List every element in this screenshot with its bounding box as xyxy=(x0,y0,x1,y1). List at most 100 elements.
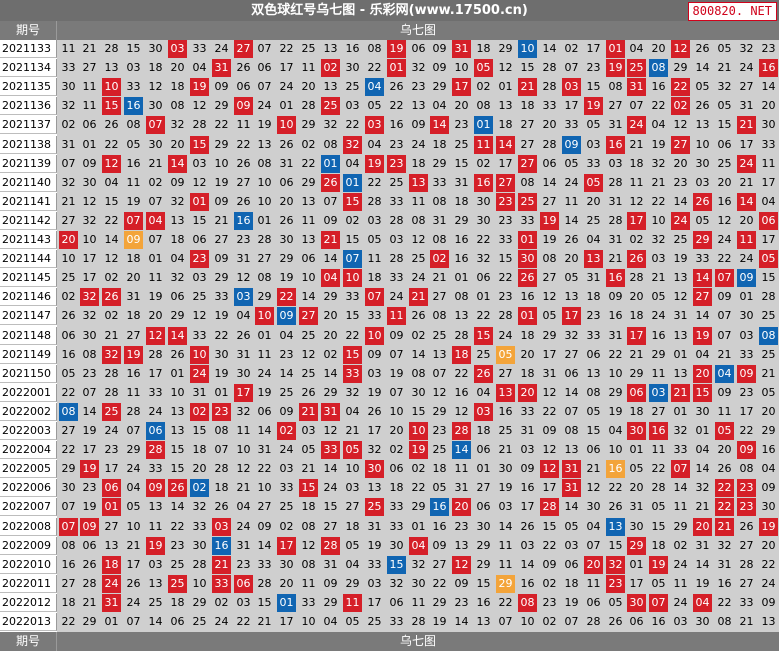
number-cell: 19 xyxy=(212,174,231,192)
number-cell: 22 xyxy=(387,97,406,115)
number-cell: 20 xyxy=(277,575,296,593)
number-cell: 23 xyxy=(430,422,449,440)
drawn-number-cell: 28 xyxy=(540,498,559,516)
number-cell: 27 xyxy=(343,498,362,516)
number-cell: 08 xyxy=(715,613,734,631)
number-cell: 22 xyxy=(759,556,778,574)
number-cell: 32 xyxy=(321,116,340,134)
number-cell: 13 xyxy=(452,307,471,325)
number-cell: 02 xyxy=(474,155,493,173)
number-cell: 28 xyxy=(649,479,668,497)
drawn-number-cell: 19 xyxy=(759,518,778,536)
number-cell: 33 xyxy=(540,97,559,115)
number-cell: 23 xyxy=(671,174,690,192)
number-cell: 09 xyxy=(321,575,340,593)
drawn-number-cell: 08 xyxy=(759,327,778,345)
drawn-number-cell: 01 xyxy=(474,116,493,134)
number-cell: 33 xyxy=(496,231,515,249)
number-cell: 19 xyxy=(255,384,274,402)
number-cell: 16 xyxy=(452,231,471,249)
number-cell: 27 xyxy=(102,518,121,536)
number-cell: 11 xyxy=(80,97,99,115)
number-cell: 16 xyxy=(452,384,471,402)
drawn-number-cell: 22 xyxy=(277,288,296,306)
number-cell: 33 xyxy=(365,556,384,574)
number-cell: 12 xyxy=(234,460,253,478)
number-cell: 22 xyxy=(606,479,625,497)
number-cell: 30 xyxy=(693,403,712,421)
number-cell: 09 xyxy=(759,479,778,497)
number-cell: 03 xyxy=(343,97,362,115)
number-cell: 30 xyxy=(496,460,515,478)
number-cell: 26 xyxy=(234,59,253,77)
number-cell: 07 xyxy=(562,613,581,631)
drawn-number-cell: 33 xyxy=(212,575,231,593)
drawn-number-cell: 28 xyxy=(321,537,340,555)
number-cell: 30 xyxy=(474,193,493,211)
drawn-number-cell: 23 xyxy=(737,498,756,516)
number-cell: 18 xyxy=(299,498,318,516)
number-cell: 11 xyxy=(671,498,690,516)
number-cell: 06 xyxy=(409,40,428,58)
number-cell: 17 xyxy=(80,250,99,268)
number-cell: 18 xyxy=(430,136,449,154)
number-cell: 01 xyxy=(671,403,690,421)
drawn-number-cell: 07 xyxy=(343,250,362,268)
drawn-number-cell: 17 xyxy=(627,212,646,230)
number-cell: 26 xyxy=(387,78,406,96)
number-cell: 11 xyxy=(124,174,143,192)
number-cell: 25 xyxy=(584,212,603,230)
number-cell: 07 xyxy=(146,231,165,249)
number-cell: 19 xyxy=(562,594,581,612)
number-cell: 26 xyxy=(693,40,712,58)
number-cell: 22 xyxy=(299,155,318,173)
number-cell: 17 xyxy=(584,40,603,58)
number-cell: 06 xyxy=(80,116,99,134)
number-cell: 09 xyxy=(430,40,449,58)
number-cell: 04 xyxy=(649,116,668,134)
number-cell: 07 xyxy=(212,441,231,459)
drawn-number-cell: 12 xyxy=(102,155,121,173)
number-cell: 04 xyxy=(343,155,362,173)
number-cell: 22 xyxy=(234,136,253,154)
number-cell: 29 xyxy=(606,384,625,402)
drawn-number-cell: 01 xyxy=(190,193,209,211)
number-cell: 31 xyxy=(584,269,603,287)
drawn-number-cell: 09 xyxy=(737,441,756,459)
number-cell: 21 xyxy=(343,422,362,440)
number-cell: 02 xyxy=(409,460,428,478)
number-cell: 14 xyxy=(671,479,690,497)
drawn-number-cell: 04 xyxy=(409,537,428,555)
number-cell: 32 xyxy=(649,155,668,173)
watermark-badge[interactable]: 800820. NET xyxy=(687,2,777,21)
number-cell: 13 xyxy=(168,212,187,230)
number-cell: 13 xyxy=(430,346,449,364)
number-cell: 08 xyxy=(562,422,581,440)
number-cell: 05 xyxy=(606,594,625,612)
number-cell: 30 xyxy=(693,613,712,631)
number-cell: 06 xyxy=(474,269,493,287)
number-cell: 31 xyxy=(255,441,274,459)
number-cell: 22 xyxy=(430,575,449,593)
drawn-number-cell: 01 xyxy=(606,40,625,58)
number-cell: 01 xyxy=(168,365,187,383)
number-cell: 08 xyxy=(452,288,471,306)
number-cell: 09 xyxy=(277,403,296,421)
number-cell: 32 xyxy=(168,269,187,287)
number-cell: 03 xyxy=(518,441,537,459)
number-cell: 27 xyxy=(430,288,449,306)
number-cell: 27 xyxy=(234,174,253,192)
drawn-number-cell: 02 xyxy=(190,479,209,497)
number-cell: 28 xyxy=(387,250,406,268)
drawn-number-cell: 27 xyxy=(671,136,690,154)
drawn-number-cell: 20 xyxy=(584,556,603,574)
number-cell: 06 xyxy=(255,59,274,77)
number-cell: 21 xyxy=(606,250,625,268)
number-cell: 06 xyxy=(387,594,406,612)
number-cell: 27 xyxy=(737,78,756,96)
issue-footer: 期号 xyxy=(0,632,57,651)
drawn-number-cell: 17 xyxy=(452,78,471,96)
number-cell: 11 xyxy=(409,193,428,211)
number-cell: 07 xyxy=(387,346,406,364)
number-cell: 21 xyxy=(584,460,603,478)
